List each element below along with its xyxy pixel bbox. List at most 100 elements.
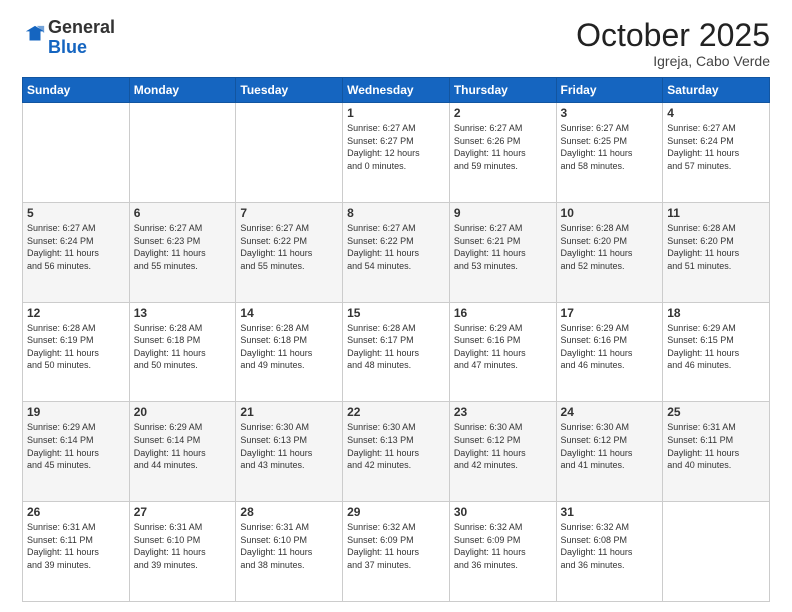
day-info: Sunrise: 6:27 AM Sunset: 6:25 PM Dayligh…	[561, 122, 659, 172]
day-info: Sunrise: 6:27 AM Sunset: 6:24 PM Dayligh…	[27, 222, 125, 272]
calendar-cell: 16 Sunrise: 6:29 AM Sunset: 6:16 PM Dayli…	[449, 302, 556, 402]
title-block: October 2025 Igreja, Cabo Verde	[576, 18, 770, 69]
calendar-cell: 5 Sunrise: 6:27 AM Sunset: 6:24 PM Daylig…	[23, 202, 130, 302]
day-number: 29	[347, 505, 445, 519]
calendar-cell: 30 Sunrise: 6:32 AM Sunset: 6:09 PM Dayli…	[449, 502, 556, 602]
day-info: Sunrise: 6:27 AM Sunset: 6:22 PM Dayligh…	[347, 222, 445, 272]
calendar-cell: 18 Sunrise: 6:29 AM Sunset: 6:15 PM Dayli…	[663, 302, 770, 402]
day-number: 3	[561, 106, 659, 120]
calendar-cell: 1Sunrise: 6:27 AM Sunset: 6:27 PM Daylig…	[343, 103, 450, 203]
day-number: 16	[454, 306, 552, 320]
day-info: Sunrise: 6:29 AM Sunset: 6:14 PM Dayligh…	[134, 421, 232, 471]
calendar-week-1: 1Sunrise: 6:27 AM Sunset: 6:27 PM Daylig…	[23, 103, 770, 203]
day-number: 6	[134, 206, 232, 220]
day-number: 24	[561, 405, 659, 419]
logo-text: General Blue	[48, 18, 115, 58]
calendar-cell: 19 Sunrise: 6:29 AM Sunset: 6:14 PM Dayli…	[23, 402, 130, 502]
day-number: 9	[454, 206, 552, 220]
calendar-cell: 2 Sunrise: 6:27 AM Sunset: 6:26 PM Daylig…	[449, 103, 556, 203]
day-number: 4	[667, 106, 765, 120]
calendar-cell	[23, 103, 130, 203]
day-info: Sunrise: 6:31 AM Sunset: 6:11 PM Dayligh…	[27, 521, 125, 571]
day-info: Sunrise: 6:28 AM Sunset: 6:20 PM Dayligh…	[667, 222, 765, 272]
calendar-header-row: SundayMondayTuesdayWednesdayThursdayFrid…	[23, 78, 770, 103]
day-number: 14	[240, 306, 338, 320]
calendar-weekday-saturday: Saturday	[663, 78, 770, 103]
month-title: October 2025	[576, 18, 770, 53]
calendar-cell: 17Sunrise: 6:29 AM Sunset: 6:16 PM Dayli…	[556, 302, 663, 402]
day-number: 30	[454, 505, 552, 519]
day-number: 1	[347, 106, 445, 120]
day-info: Sunrise: 6:31 AM Sunset: 6:11 PM Dayligh…	[667, 421, 765, 471]
calendar-week-5: 26 Sunrise: 6:31 AM Sunset: 6:11 PM Dayli…	[23, 502, 770, 602]
day-number: 15	[347, 306, 445, 320]
day-number: 21	[240, 405, 338, 419]
day-info: Sunrise: 6:30 AM Sunset: 6:12 PM Dayligh…	[454, 421, 552, 471]
logo-general: General	[48, 17, 115, 37]
calendar-weekday-friday: Friday	[556, 78, 663, 103]
calendar-cell	[236, 103, 343, 203]
day-number: 19	[27, 405, 125, 419]
calendar-cell: 13 Sunrise: 6:28 AM Sunset: 6:18 PM Dayli…	[129, 302, 236, 402]
day-info: Sunrise: 6:28 AM Sunset: 6:19 PM Dayligh…	[27, 322, 125, 372]
day-info: Sunrise: 6:27 AM Sunset: 6:23 PM Dayligh…	[134, 222, 232, 272]
day-number: 11	[667, 206, 765, 220]
calendar-cell: 21Sunrise: 6:30 AM Sunset: 6:13 PM Dayli…	[236, 402, 343, 502]
day-info: Sunrise: 6:29 AM Sunset: 6:14 PM Dayligh…	[27, 421, 125, 471]
day-info: Sunrise: 6:28 AM Sunset: 6:18 PM Dayligh…	[134, 322, 232, 372]
calendar-cell	[129, 103, 236, 203]
logo-icon	[24, 24, 46, 46]
day-number: 13	[134, 306, 232, 320]
day-number: 7	[240, 206, 338, 220]
day-info: Sunrise: 6:29 AM Sunset: 6:16 PM Dayligh…	[454, 322, 552, 372]
calendar-cell: 22 Sunrise: 6:30 AM Sunset: 6:13 PM Dayli…	[343, 402, 450, 502]
calendar-cell: 20 Sunrise: 6:29 AM Sunset: 6:14 PM Dayli…	[129, 402, 236, 502]
day-number: 27	[134, 505, 232, 519]
calendar-weekday-thursday: Thursday	[449, 78, 556, 103]
calendar-cell: 8Sunrise: 6:27 AM Sunset: 6:22 PM Daylig…	[343, 202, 450, 302]
calendar-cell: 23Sunrise: 6:30 AM Sunset: 6:12 PM Dayli…	[449, 402, 556, 502]
page: General Blue October 2025 Igreja, Cabo V…	[0, 0, 792, 612]
day-info: Sunrise: 6:27 AM Sunset: 6:21 PM Dayligh…	[454, 222, 552, 272]
calendar-cell: 9 Sunrise: 6:27 AM Sunset: 6:21 PM Daylig…	[449, 202, 556, 302]
day-number: 20	[134, 405, 232, 419]
day-info: Sunrise: 6:28 AM Sunset: 6:20 PM Dayligh…	[561, 222, 659, 272]
calendar-cell: 26 Sunrise: 6:31 AM Sunset: 6:11 PM Dayli…	[23, 502, 130, 602]
day-number: 31	[561, 505, 659, 519]
calendar-cell: 24 Sunrise: 6:30 AM Sunset: 6:12 PM Dayli…	[556, 402, 663, 502]
calendar-weekday-monday: Monday	[129, 78, 236, 103]
calendar-cell: 3 Sunrise: 6:27 AM Sunset: 6:25 PM Daylig…	[556, 103, 663, 203]
calendar-cell: 7 Sunrise: 6:27 AM Sunset: 6:22 PM Daylig…	[236, 202, 343, 302]
day-info: Sunrise: 6:30 AM Sunset: 6:12 PM Dayligh…	[561, 421, 659, 471]
day-number: 28	[240, 505, 338, 519]
calendar-cell: 14Sunrise: 6:28 AM Sunset: 6:18 PM Dayli…	[236, 302, 343, 402]
calendar-cell: 11 Sunrise: 6:28 AM Sunset: 6:20 PM Dayli…	[663, 202, 770, 302]
day-info: Sunrise: 6:31 AM Sunset: 6:10 PM Dayligh…	[134, 521, 232, 571]
day-number: 18	[667, 306, 765, 320]
calendar-cell: 25Sunrise: 6:31 AM Sunset: 6:11 PM Dayli…	[663, 402, 770, 502]
day-info: Sunrise: 6:28 AM Sunset: 6:17 PM Dayligh…	[347, 322, 445, 372]
day-number: 26	[27, 505, 125, 519]
calendar-weekday-sunday: Sunday	[23, 78, 130, 103]
calendar-cell: 28Sunrise: 6:31 AM Sunset: 6:10 PM Dayli…	[236, 502, 343, 602]
day-number: 22	[347, 405, 445, 419]
day-info: Sunrise: 6:29 AM Sunset: 6:15 PM Dayligh…	[667, 322, 765, 372]
logo-blue: Blue	[48, 37, 87, 57]
day-info: Sunrise: 6:32 AM Sunset: 6:09 PM Dayligh…	[454, 521, 552, 571]
day-number: 17	[561, 306, 659, 320]
day-info: Sunrise: 6:27 AM Sunset: 6:22 PM Dayligh…	[240, 222, 338, 272]
day-info: Sunrise: 6:32 AM Sunset: 6:08 PM Dayligh…	[561, 521, 659, 571]
calendar-week-4: 19 Sunrise: 6:29 AM Sunset: 6:14 PM Dayli…	[23, 402, 770, 502]
day-info: Sunrise: 6:27 AM Sunset: 6:24 PM Dayligh…	[667, 122, 765, 172]
header: General Blue October 2025 Igreja, Cabo V…	[22, 18, 770, 69]
calendar-cell: 29 Sunrise: 6:32 AM Sunset: 6:09 PM Dayli…	[343, 502, 450, 602]
day-info: Sunrise: 6:32 AM Sunset: 6:09 PM Dayligh…	[347, 521, 445, 571]
calendar-cell: 12Sunrise: 6:28 AM Sunset: 6:19 PM Dayli…	[23, 302, 130, 402]
calendar-cell: 27 Sunrise: 6:31 AM Sunset: 6:10 PM Dayli…	[129, 502, 236, 602]
day-info: Sunrise: 6:27 AM Sunset: 6:26 PM Dayligh…	[454, 122, 552, 172]
day-number: 2	[454, 106, 552, 120]
calendar-cell: 15 Sunrise: 6:28 AM Sunset: 6:17 PM Dayli…	[343, 302, 450, 402]
day-info: Sunrise: 6:30 AM Sunset: 6:13 PM Dayligh…	[347, 421, 445, 471]
day-number: 5	[27, 206, 125, 220]
calendar-cell: 31 Sunrise: 6:32 AM Sunset: 6:08 PM Dayli…	[556, 502, 663, 602]
